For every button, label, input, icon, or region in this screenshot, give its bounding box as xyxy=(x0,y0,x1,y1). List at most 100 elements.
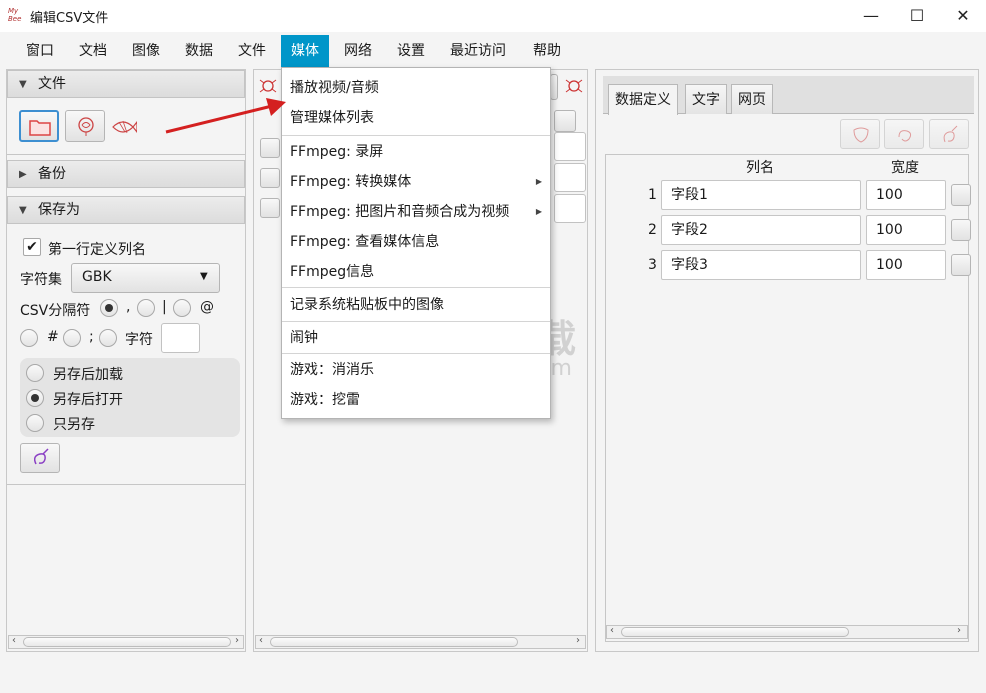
column-width-input[interactable]: 100 xyxy=(866,250,946,280)
row-button[interactable] xyxy=(260,168,280,188)
row-index: 3 xyxy=(648,257,657,273)
after-save-load-radio[interactable] xyxy=(26,364,44,382)
sep-pipe-label: | xyxy=(162,299,167,315)
sep-hash-radio[interactable] xyxy=(20,329,38,347)
column-width-input[interactable]: 100 xyxy=(866,215,946,245)
menu-image[interactable]: 图像 xyxy=(122,35,170,67)
mask-button[interactable] xyxy=(840,119,880,149)
sep-semicolon-radio[interactable] xyxy=(63,329,81,347)
row-button[interactable] xyxy=(260,198,280,218)
close-button[interactable]: ✕ xyxy=(940,0,986,32)
menu-item-label: 记录系统粘贴板中的图像 xyxy=(290,297,444,313)
scroll-left-icon[interactable]: ‹ xyxy=(12,635,16,646)
swirl-button[interactable] xyxy=(884,119,924,149)
column-name-input[interactable]: 字段1 xyxy=(661,180,861,210)
after-save-load-label: 另存后加载 xyxy=(53,367,123,383)
scroll-thumb[interactable] xyxy=(23,637,231,647)
tab-text[interactable]: 文字 xyxy=(685,84,727,114)
menu-item-ffmpeg-screen-record[interactable]: FFmpeg: 录屏 xyxy=(282,137,550,167)
open-folder-button[interactable] xyxy=(19,110,59,142)
app-logo-icon: My Bee xyxy=(8,7,22,23)
menu-item-label: 管理媒体列表 xyxy=(290,110,374,126)
menu-window[interactable]: 窗口 xyxy=(16,35,64,67)
scroll-right-icon[interactable]: › xyxy=(235,635,239,646)
csv-separator-label: CSV分隔符 xyxy=(20,303,91,319)
menu-file[interactable]: 文件 xyxy=(228,35,276,67)
menu-item-manage-media-list[interactable]: 管理媒体列表 xyxy=(282,103,550,133)
column-name-input[interactable]: 字段3 xyxy=(661,250,861,280)
scroll-left-icon[interactable]: ‹ xyxy=(259,635,263,646)
column-width-input[interactable]: 100 xyxy=(866,180,946,210)
row-field[interactable] xyxy=(554,194,586,223)
sep-hash-label: # xyxy=(47,329,59,345)
rose-button[interactable] xyxy=(65,110,105,142)
menu-item-game-match[interactable]: 游戏：消消乐 xyxy=(282,355,550,385)
row-field[interactable] xyxy=(554,132,586,161)
menu-item-game-minesweeper[interactable]: 游戏：挖雷 xyxy=(282,385,550,415)
menu-help[interactable]: 帮助 xyxy=(523,35,571,67)
after-save-open-radio[interactable] xyxy=(26,389,44,407)
menu-settings[interactable]: 设置 xyxy=(387,35,435,67)
bug-icon[interactable] xyxy=(564,76,584,96)
after-save-open-label: 另存后打开 xyxy=(53,392,123,408)
quill-icon xyxy=(943,125,958,143)
backup-section-label: 备份 xyxy=(38,166,66,182)
header-button[interactable] xyxy=(554,110,576,132)
divider xyxy=(7,154,245,155)
first-row-checkbox[interactable]: ✔ xyxy=(23,238,41,256)
row-button[interactable] xyxy=(260,138,280,158)
save-as-button[interactable] xyxy=(20,443,60,473)
expanded-triangle-icon: ▼ xyxy=(19,205,27,216)
sep-pipe-radio[interactable] xyxy=(137,299,155,317)
row-action-button[interactable] xyxy=(951,254,971,276)
menu-recent[interactable]: 最近访问 xyxy=(440,35,516,67)
menu-item-ffmpeg-media-info[interactable]: FFmpeg: 查看媒体信息 xyxy=(282,227,550,257)
menu-item-ffmpeg-info[interactable]: FFmpeg信息 xyxy=(282,257,550,287)
rose-icon xyxy=(78,117,94,136)
menu-document[interactable]: 文档 xyxy=(69,35,117,67)
menu-separator xyxy=(282,353,550,354)
tab-webpage[interactable]: 网页 xyxy=(731,84,773,114)
tab-data-definition[interactable]: 数据定义 xyxy=(608,84,678,115)
backup-section-header[interactable]: ▶ 备份 xyxy=(7,160,245,188)
scroll-right-icon[interactable]: › xyxy=(957,625,961,636)
save-swirl-icon xyxy=(33,448,49,465)
window-title: 编辑CSV文件 xyxy=(30,11,109,26)
custom-separator-input[interactable] xyxy=(161,323,200,353)
menu-item-ffmpeg-convert[interactable]: FFmpeg: 转换媒体 ▶ xyxy=(282,167,550,197)
row-action-button[interactable] xyxy=(951,184,971,206)
fish-icon[interactable] xyxy=(111,116,137,138)
row-action-button[interactable] xyxy=(951,219,971,241)
left-horizontal-scrollbar[interactable]: ‹ › xyxy=(8,635,244,649)
row-field[interactable] xyxy=(554,163,586,192)
write-button[interactable] xyxy=(929,119,969,149)
scroll-thumb[interactable] xyxy=(270,637,518,647)
toolbar-button[interactable] xyxy=(550,74,558,100)
maximize-button[interactable]: ☐ xyxy=(894,0,940,32)
middle-horizontal-scrollbar[interactable]: ‹ › xyxy=(255,635,586,649)
menu-separator xyxy=(282,135,550,136)
sep-at-radio[interactable] xyxy=(173,299,191,317)
sep-comma-radio[interactable] xyxy=(100,299,118,317)
minimize-button[interactable]: — xyxy=(848,0,894,32)
sep-custom-radio[interactable] xyxy=(99,329,117,347)
menu-item-clipboard-images[interactable]: 记录系统粘贴板中的图像 xyxy=(282,290,550,320)
scroll-right-icon[interactable]: › xyxy=(576,635,580,646)
menu-media[interactable]: 媒体 xyxy=(281,35,329,67)
scroll-left-icon[interactable]: ‹ xyxy=(610,625,614,636)
columns-table: 列名 宽度 1 字段1 100 2 字段2 100 3 字段3 100 ‹ › xyxy=(605,154,971,642)
menu-item-ffmpeg-merge[interactable]: FFmpeg: 把图片和音频合成为视频 ▶ xyxy=(282,197,550,227)
mask-icon xyxy=(853,127,869,143)
charset-select[interactable]: GBK ▼ xyxy=(71,263,220,293)
sep-comma-label: , xyxy=(126,299,131,315)
annotation-arrow-icon xyxy=(165,98,286,134)
menu-item-alarm[interactable]: 闹钟 xyxy=(282,323,550,353)
right-horizontal-scrollbar[interactable]: ‹ › xyxy=(606,625,968,639)
save-only-radio[interactable] xyxy=(26,414,44,432)
menu-network[interactable]: 网络 xyxy=(334,35,382,67)
saveas-section-header[interactable]: ▼ 保存为 xyxy=(7,196,245,224)
menu-data[interactable]: 数据 xyxy=(175,35,223,67)
menu-item-play-media[interactable]: 播放视频/音频 xyxy=(282,73,550,103)
column-name-input[interactable]: 字段2 xyxy=(661,215,861,245)
scroll-thumb[interactable] xyxy=(621,627,849,637)
